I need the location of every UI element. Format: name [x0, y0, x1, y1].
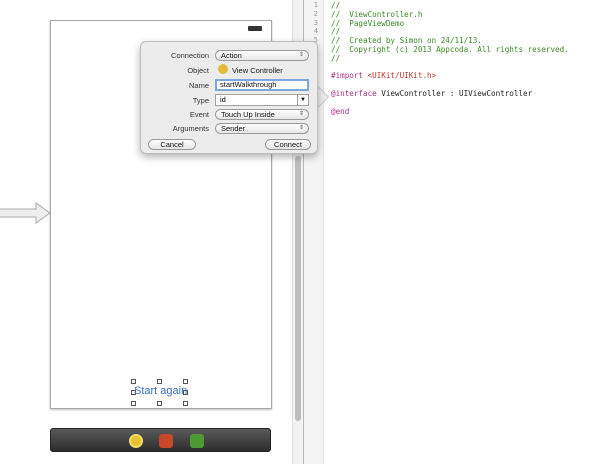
connection-label: Connection	[171, 51, 209, 60]
code-line[interactable]: #import <UIKit/UIKit.h>	[331, 71, 436, 80]
code-token: @end	[331, 106, 350, 116]
chevron-updown-icon: ⇕	[298, 111, 304, 117]
scene-dock	[50, 428, 271, 452]
code-line[interactable]: // PageViewDemo	[331, 19, 404, 28]
code-token: <UIKit/UIKit.h>	[367, 71, 437, 81]
code-token: //	[331, 1, 341, 10]
code-line[interactable]: @end	[331, 107, 349, 116]
code-token: // Copyright (c) 2013 Appcoda. All right…	[331, 45, 569, 54]
object-value: View Controller	[232, 66, 283, 75]
code-line[interactable]: //	[331, 27, 340, 36]
code-line[interactable]: // ViewController.h	[331, 10, 422, 19]
arguments-label: Arguments	[172, 124, 209, 133]
start-again-button[interactable]: Start again	[134, 385, 187, 397]
type-label: Type	[192, 96, 209, 105]
first-responder-icon[interactable]	[159, 434, 173, 448]
scrollbar-thumb[interactable]	[295, 156, 301, 421]
line-number: 3	[313, 18, 318, 27]
exit-icon[interactable]	[190, 434, 204, 448]
event-label: Event	[189, 110, 209, 119]
view-controller-icon	[218, 64, 228, 74]
code-token: // PageViewDemo	[331, 18, 405, 28]
initial-view-controller-arrow-icon	[0, 202, 51, 224]
line-number: 2	[313, 9, 318, 18]
dropdown-arrow-icon[interactable]: ▼	[297, 95, 308, 105]
code-token: // ViewController.h	[331, 9, 423, 19]
resize-handle[interactable]	[157, 379, 162, 384]
connection-select[interactable]: Action ⇕	[215, 50, 309, 61]
battery-icon	[248, 26, 262, 31]
line-number: 1	[313, 1, 318, 9]
resize-handle[interactable]	[131, 379, 136, 384]
code-line[interactable]: // Copyright (c) 2013 Appcoda. All right…	[331, 45, 569, 54]
view-controller-icon[interactable]	[129, 434, 143, 448]
cancel-button[interactable]: Cancel	[148, 139, 196, 150]
code-line[interactable]: //	[331, 54, 340, 63]
line-number: 4	[313, 27, 318, 36]
code-token: @interface	[331, 89, 377, 98]
connection-popover: Connection Action ⇕ Object View Controlle…	[140, 41, 318, 154]
type-combobox[interactable]: id ▼	[215, 94, 309, 106]
resize-handle[interactable]	[183, 379, 188, 384]
code-token: #import	[331, 71, 368, 81]
code-line[interactable]: // Created by Simon on 24/11/13.	[331, 36, 482, 45]
name-input[interactable]: startWalkthrough	[215, 79, 309, 91]
code-token: //	[331, 27, 341, 37]
chevron-updown-icon: ⇕	[298, 125, 304, 131]
resize-handle[interactable]	[131, 401, 136, 406]
arguments-value: Sender	[221, 124, 246, 133]
code-token: ViewController : UIViewController	[376, 89, 533, 98]
popover-arrow	[317, 86, 328, 108]
name-label: Name	[188, 81, 209, 90]
event-value: Touch Up Inside	[221, 110, 275, 119]
connection-value: Action	[221, 51, 242, 60]
object-label: Object	[187, 66, 209, 75]
code-line[interactable]: //	[331, 1, 340, 10]
chevron-updown-icon: ⇕	[298, 52, 304, 58]
code-token: // Created by Simon on 24/11/13.	[331, 36, 482, 46]
type-value: id	[220, 95, 226, 104]
event-select[interactable]: Touch Up Inside ⇕	[215, 109, 309, 120]
resize-handle[interactable]	[157, 401, 162, 406]
code-line[interactable]: @interface ViewController : UIViewContro…	[331, 89, 532, 98]
arguments-select[interactable]: Sender ⇕	[215, 123, 309, 134]
connect-button[interactable]: Connect	[265, 139, 311, 150]
code-token: //	[331, 53, 341, 63]
resize-handle[interactable]	[183, 401, 188, 406]
